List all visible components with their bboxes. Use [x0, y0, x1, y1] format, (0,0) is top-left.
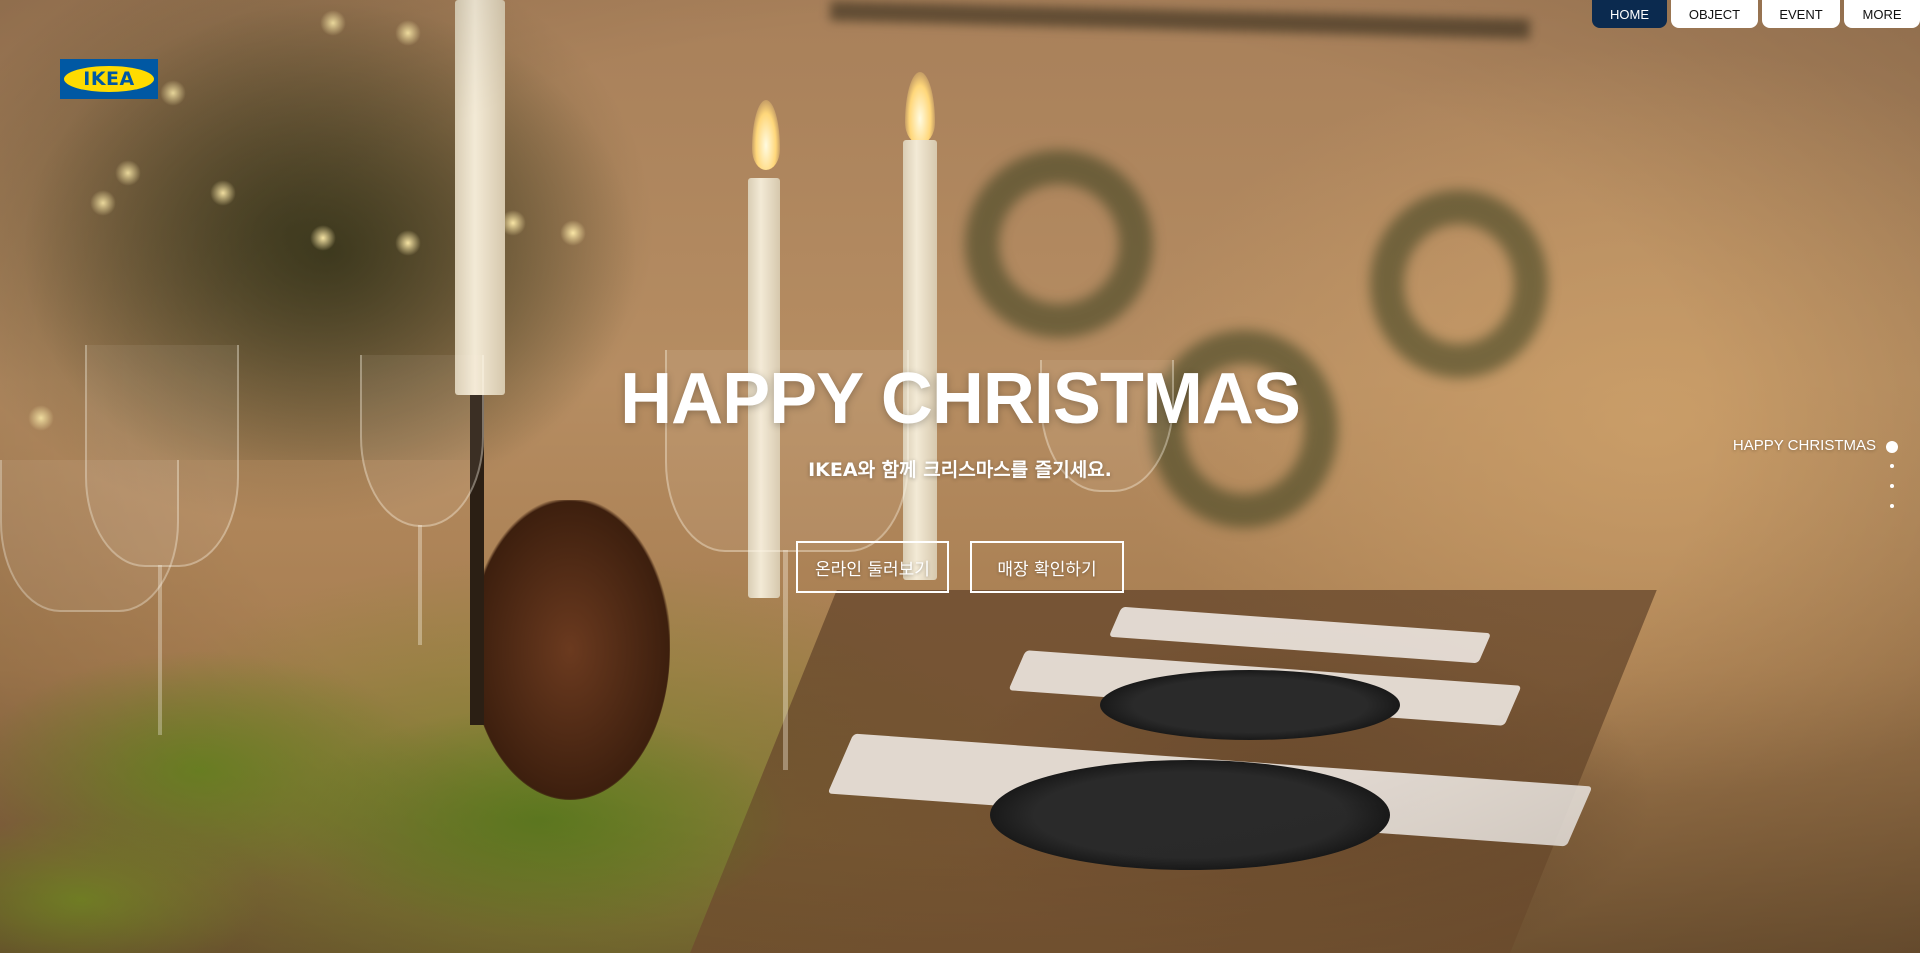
bokeh-light: [160, 80, 186, 106]
pine-greenery: [0, 520, 920, 953]
top-nav: HOME OBJECT EVENT MORE: [1592, 0, 1920, 28]
logo-text: IKEA: [83, 68, 135, 90]
pager-dot[interactable]: [1890, 484, 1894, 488]
pager-dot[interactable]: [1890, 464, 1894, 468]
nav-object-button[interactable]: OBJECT: [1671, 0, 1758, 28]
wine-glass-stem: [418, 525, 422, 645]
plate: [1100, 670, 1400, 740]
candle-flame: [752, 100, 780, 170]
napkin: [827, 733, 1593, 847]
pager-dot[interactable]: [1890, 504, 1894, 508]
hero-section: IKEA HOME OBJECT EVENT MORE HAPPY CHRIST…: [0, 0, 1920, 953]
hero-subtitle: IKEA와 함께 크리스마스를 즐기세요.: [808, 459, 1112, 481]
pager-dot-active[interactable]: [1886, 441, 1898, 453]
ikea-logo[interactable]: IKEA: [60, 59, 158, 99]
bokeh-light: [395, 20, 421, 46]
wine-glass-stem: [158, 565, 162, 735]
candle-flame: [905, 72, 935, 144]
wreath-decoration: [965, 150, 1153, 338]
dining-table: [683, 590, 1657, 953]
nav-home-button[interactable]: HOME: [1592, 0, 1667, 28]
nav-event-button[interactable]: EVENT: [1762, 0, 1840, 28]
bokeh-light: [115, 160, 141, 186]
napkin: [1108, 606, 1492, 664]
bokeh-light: [90, 190, 116, 216]
find-store-button[interactable]: 매장 확인하기: [970, 541, 1124, 593]
bokeh-light: [310, 225, 336, 251]
bokeh-light: [210, 180, 236, 206]
browse-online-button[interactable]: 온라인 둘러보기: [796, 541, 949, 593]
candle-holder: [470, 395, 484, 725]
bokeh-light: [560, 220, 586, 246]
wine-glass: [0, 460, 179, 612]
pinecone: [470, 500, 670, 800]
pager-current-label: HAPPY CHRISTMAS: [1732, 437, 1876, 454]
napkin: [1008, 650, 1522, 726]
logo-oval: IKEA: [64, 66, 154, 92]
bokeh-light: [320, 10, 346, 36]
garland-decoration: [829, 0, 1531, 40]
wreath-decoration: [1370, 190, 1548, 378]
hero-title: HAPPY CHRISTMAS: [620, 359, 1301, 439]
wine-glass-stem: [783, 550, 788, 770]
bokeh-light: [500, 210, 526, 236]
nav-more-button[interactable]: MORE: [1844, 0, 1920, 28]
plate: [990, 760, 1390, 870]
bokeh-light: [395, 230, 421, 256]
tall-candle: [455, 0, 505, 395]
